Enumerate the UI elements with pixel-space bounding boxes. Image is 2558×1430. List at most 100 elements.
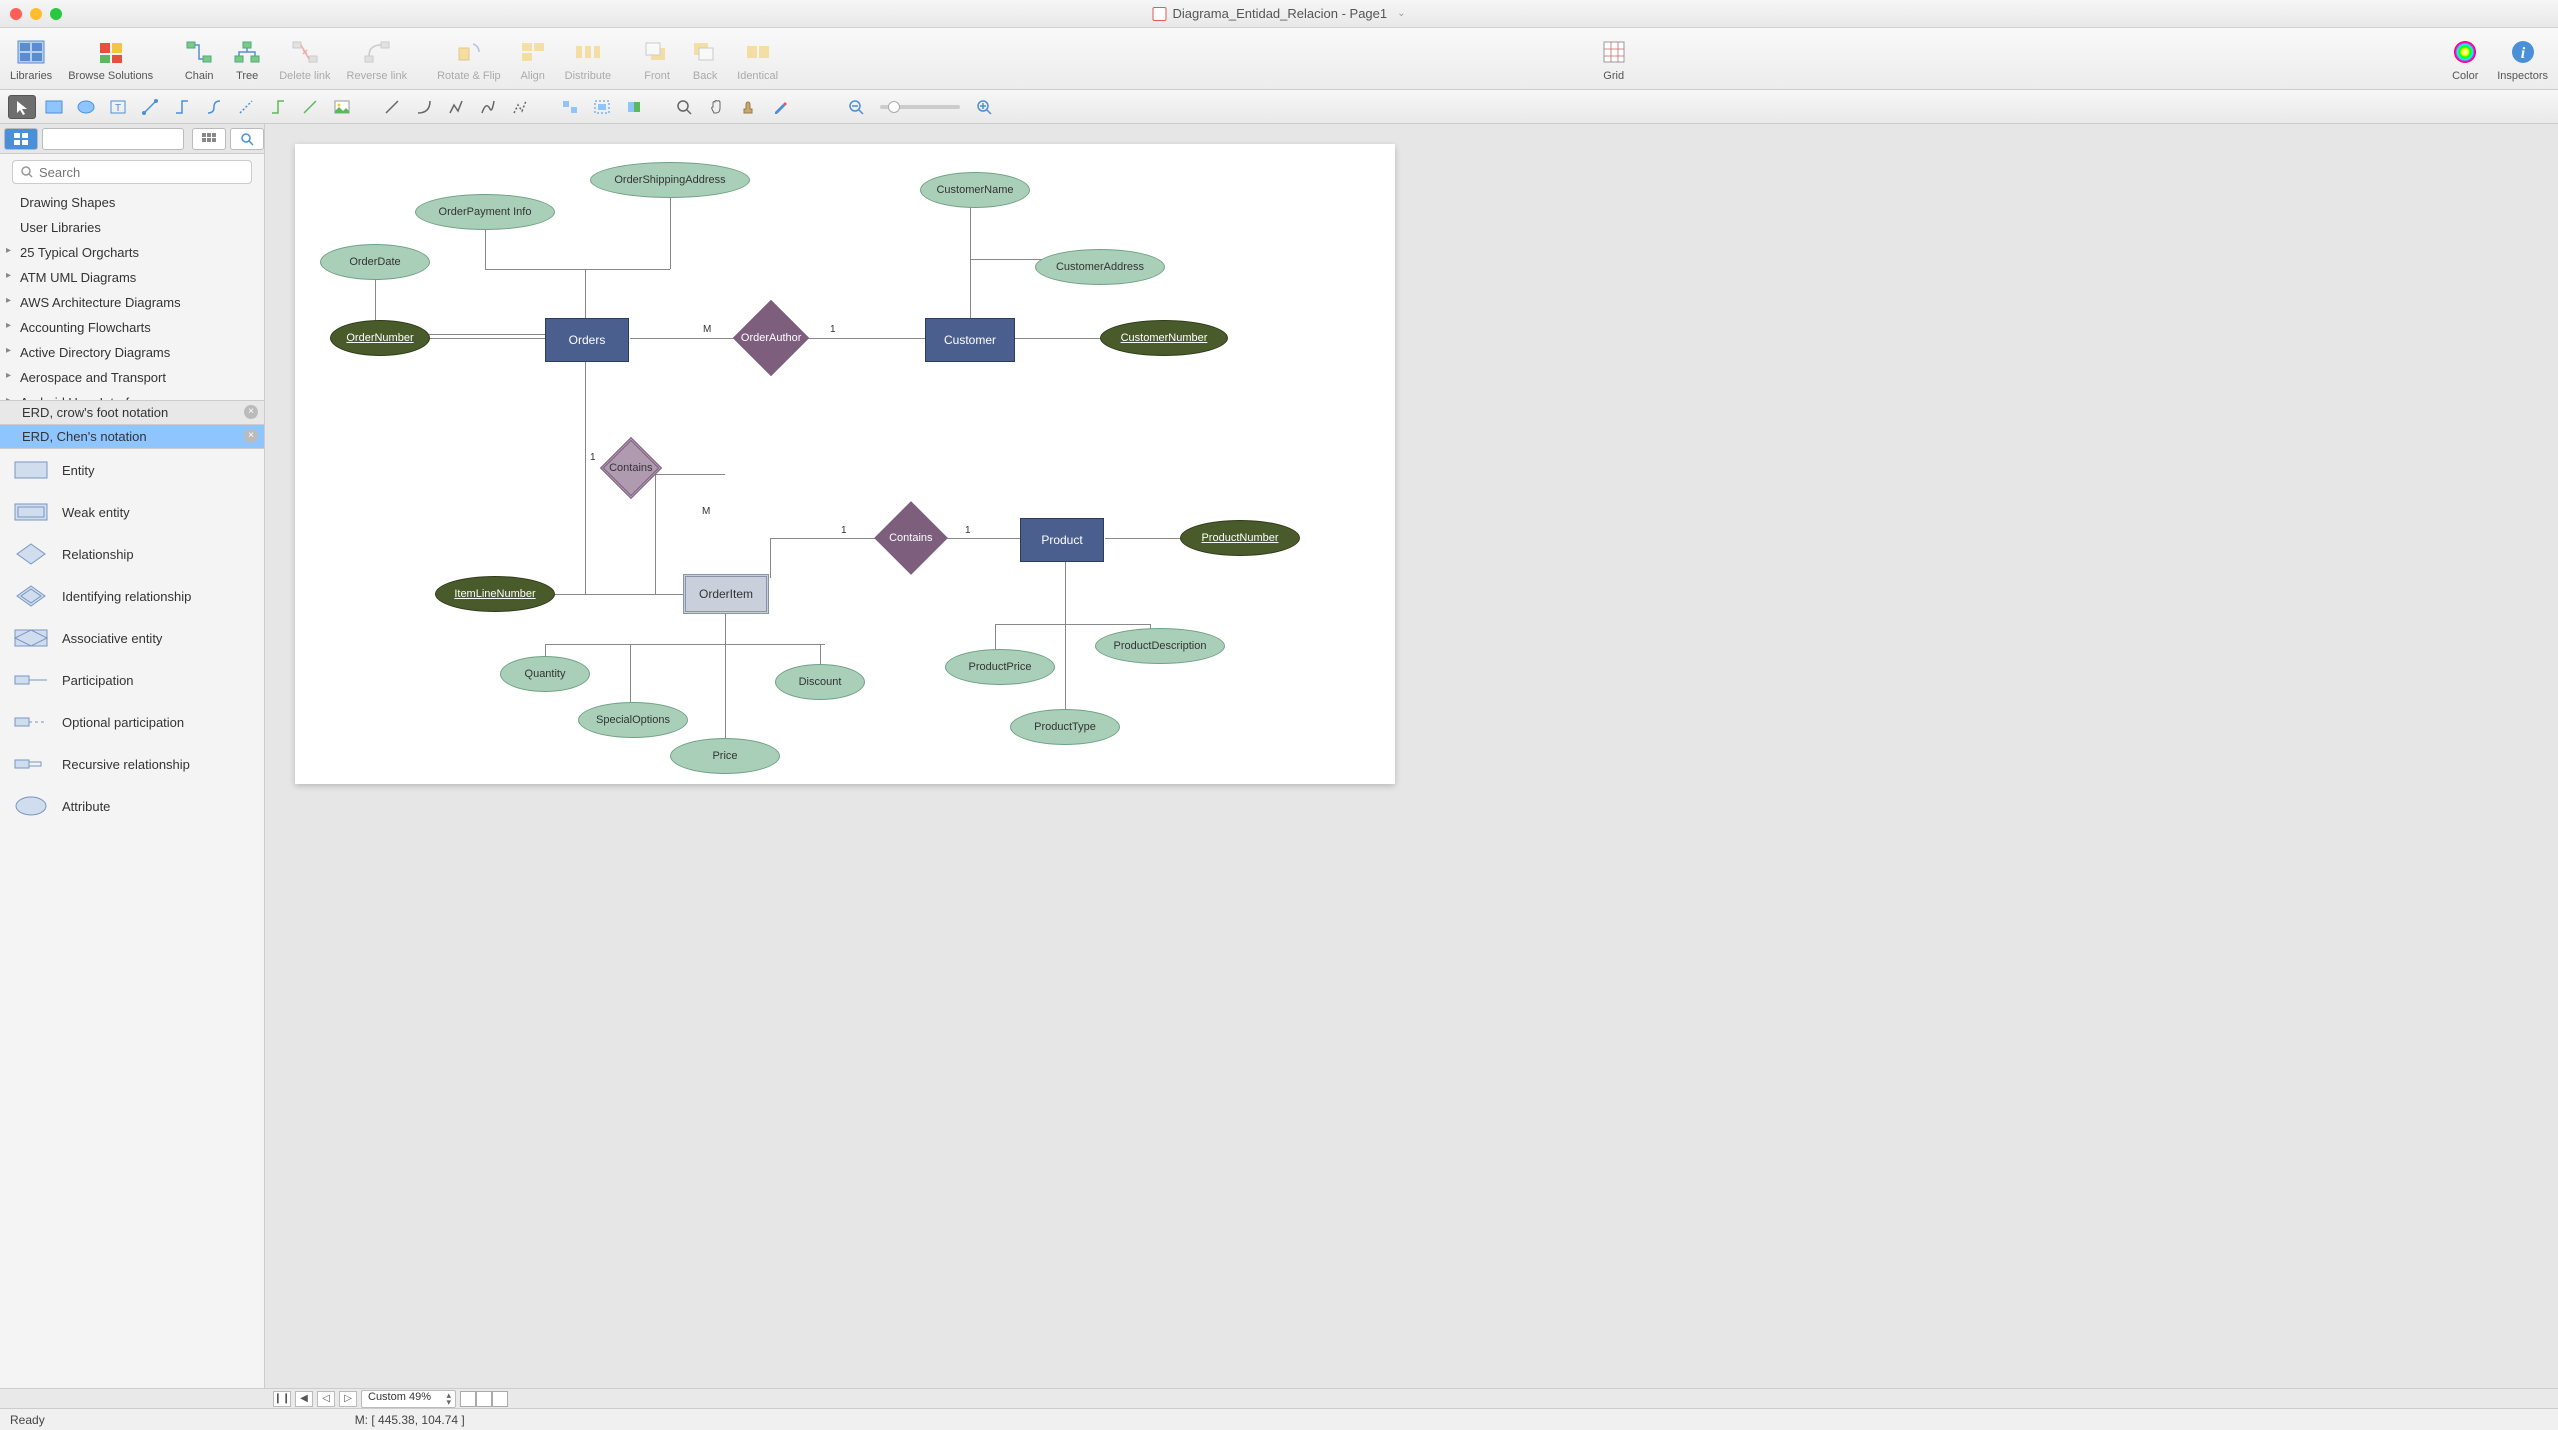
attr-productnumber[interactable]: ProductNumber	[1180, 520, 1300, 556]
group-tool-3[interactable]	[620, 95, 648, 119]
connector-tool-3[interactable]	[200, 95, 228, 119]
line-tool-3[interactable]	[442, 95, 470, 119]
shape-attribute[interactable]: Attribute	[0, 785, 264, 827]
zoom-in-button[interactable]	[970, 95, 998, 119]
inspectors-button[interactable]: i Inspectors	[2497, 36, 2548, 82]
entity-customer[interactable]: Customer	[925, 318, 1015, 362]
text-tool[interactable]: T	[104, 95, 132, 119]
page-thumbnails[interactable]	[460, 1391, 508, 1407]
rel-contains-1[interactable]: Contains	[600, 437, 662, 499]
connector-tool-6[interactable]	[296, 95, 324, 119]
connector-tool-1[interactable]	[136, 95, 164, 119]
shape-participation[interactable]: Participation	[0, 659, 264, 701]
line-tool-2[interactable]	[410, 95, 438, 119]
pen-tool[interactable]	[766, 95, 794, 119]
first-page-button[interactable]: ◀	[295, 1391, 313, 1407]
entity-orderitem[interactable]: OrderItem	[683, 574, 769, 614]
connector	[655, 474, 725, 475]
shape-weak-entity[interactable]: Weak entity	[0, 491, 264, 533]
entity-orders[interactable]: Orders	[545, 318, 629, 362]
connector-tool-4[interactable]	[232, 95, 260, 119]
pointer-tool[interactable]	[8, 95, 36, 119]
attr-price[interactable]: Price	[670, 738, 780, 774]
line-tool-4[interactable]	[474, 95, 502, 119]
tree-button[interactable]: Tree	[231, 36, 263, 82]
next-page-button[interactable]: ▷	[339, 1391, 357, 1407]
group-tool-2[interactable]	[588, 95, 616, 119]
sidebar-view-shapes[interactable]	[4, 128, 38, 150]
shape-entity[interactable]: Entity	[0, 449, 264, 491]
minimize-button[interactable]	[30, 8, 42, 20]
grid-button[interactable]: Grid	[1598, 36, 1630, 82]
zoom-select[interactable]: Custom 49%▴▾	[361, 1390, 456, 1408]
close-icon[interactable]: ×	[244, 429, 258, 443]
close-icon[interactable]: ×	[244, 405, 258, 419]
shape-relationship[interactable]: Relationship	[0, 533, 264, 575]
connector-tool-5[interactable]	[264, 95, 292, 119]
line-tool-1[interactable]	[378, 95, 406, 119]
attr-customeraddress[interactable]: CustomerAddress	[1035, 249, 1165, 285]
attr-quantity[interactable]: Quantity	[500, 656, 590, 692]
attr-orderdate[interactable]: OrderDate	[320, 244, 430, 280]
library-item[interactable]: Android User Interface	[0, 390, 264, 400]
library-list[interactable]: Drawing Shapes User Libraries 25 Typical…	[0, 190, 264, 400]
rectangle-tool[interactable]	[40, 95, 68, 119]
attr-ordershipping[interactable]: OrderShippingAddress	[590, 162, 750, 198]
shape-list[interactable]: Entity Weak entity Relationship Identify…	[0, 449, 264, 1388]
rel-contains-2[interactable]: Contains	[874, 501, 948, 575]
sidebar-search-toggle[interactable]	[230, 128, 264, 150]
canvas-area[interactable]: OrderDate OrderPayment Info OrderShippin…	[265, 124, 2558, 1388]
attr-customernumber[interactable]: CustomerNumber	[1100, 320, 1228, 356]
attr-productdescription[interactable]: ProductDescription	[1095, 628, 1225, 664]
attr-discount[interactable]: Discount	[775, 664, 865, 700]
library-tab-crow[interactable]: ERD, crow's foot notation×	[0, 401, 264, 425]
zoom-slider[interactable]	[880, 105, 960, 109]
browse-solutions-button[interactable]: Browse Solutions	[68, 36, 153, 82]
group-tool-1[interactable]	[556, 95, 584, 119]
close-button[interactable]	[10, 8, 22, 20]
shape-recursive-relationship[interactable]: Recursive relationship	[0, 743, 264, 785]
distribute-label: Distribute	[565, 70, 611, 82]
attr-specialoptions[interactable]: SpecialOptions	[578, 702, 688, 738]
line-tool-5[interactable]	[506, 95, 534, 119]
library-item[interactable]: Active Directory Diagrams	[0, 340, 264, 365]
attr-orderpayment[interactable]: OrderPayment Info	[415, 194, 555, 230]
rel-orderauthor[interactable]: OrderAuthor	[733, 300, 809, 376]
attr-productprice[interactable]: ProductPrice	[945, 649, 1055, 685]
prev-page-button[interactable]: ◁	[317, 1391, 335, 1407]
maximize-button[interactable]	[50, 8, 62, 20]
entity-product[interactable]: Product	[1020, 518, 1104, 562]
zoom-out-button[interactable]	[842, 95, 870, 119]
attr-itemlinenumber[interactable]: ItemLineNumber	[435, 576, 555, 612]
chain-button[interactable]: Chain	[183, 36, 215, 82]
library-item[interactable]: Drawing Shapes	[0, 190, 264, 215]
library-item[interactable]: 25 Typical Orgcharts	[0, 240, 264, 265]
sidebar-filter[interactable]	[42, 128, 184, 150]
connector-tool-2[interactable]	[168, 95, 196, 119]
library-item[interactable]: Aerospace and Transport	[0, 365, 264, 390]
hand-tool[interactable]	[702, 95, 730, 119]
canvas[interactable]: OrderDate OrderPayment Info OrderShippin…	[295, 144, 1395, 784]
library-item[interactable]: AWS Architecture Diagrams	[0, 290, 264, 315]
library-item[interactable]: User Libraries	[0, 215, 264, 240]
shape-identifying-relationship[interactable]: Identifying relationship	[0, 575, 264, 617]
attr-producttype[interactable]: ProductType	[1010, 709, 1120, 745]
shape-associative-entity[interactable]: Associative entity	[0, 617, 264, 659]
color-button[interactable]: Color	[2449, 36, 2481, 82]
zoom-tool[interactable]	[670, 95, 698, 119]
attr-ordernumber[interactable]: OrderNumber	[330, 320, 430, 356]
search-input[interactable]	[12, 160, 252, 184]
pause-icon[interactable]: ❙❙	[273, 1391, 291, 1407]
stamp-tool[interactable]	[734, 95, 762, 119]
library-item[interactable]: Accounting Flowcharts	[0, 315, 264, 340]
libraries-button[interactable]: Libraries	[10, 36, 52, 82]
sidebar-view-grid[interactable]	[192, 128, 226, 150]
library-item[interactable]: ATM UML Diagrams	[0, 265, 264, 290]
chevron-down-icon[interactable]: ⌄	[1397, 8, 1405, 19]
cardinality-label: M	[702, 506, 710, 517]
shape-optional-participation[interactable]: Optional participation	[0, 701, 264, 743]
library-tab-chen[interactable]: ERD, Chen's notation×	[0, 425, 264, 449]
ellipse-tool[interactable]	[72, 95, 100, 119]
attr-customername[interactable]: CustomerName	[920, 172, 1030, 208]
image-tool[interactable]	[328, 95, 356, 119]
